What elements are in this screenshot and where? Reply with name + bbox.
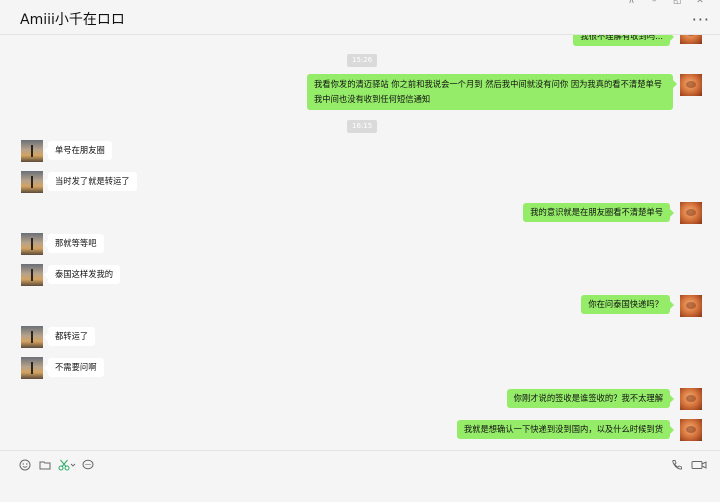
timestamp: 16:15 [347,120,378,133]
timestamp: 15:26 [347,54,378,67]
contact-avatar[interactable] [21,171,43,193]
minimize-icon[interactable]: – [644,0,664,6]
message-bubble-them[interactable]: 都转运了 [43,327,96,346]
maximize-icon[interactable]: ◱ [667,0,687,6]
phone-icon[interactable] [670,459,684,473]
close-icon[interactable]: ✕ [690,0,710,6]
message-bubble-me[interactable]: 我很不理解有收到吗... [573,35,674,46]
more-options-button[interactable]: ··· [692,10,710,29]
title-bar: Amiii小千在ロロ ⊼ – ◱ ✕ ··· [0,0,720,35]
contact-avatar[interactable] [21,140,43,162]
message-bubble-them[interactable]: 单号在朋友圈 [44,141,112,160]
message-bubble-me[interactable]: 我就是想确认一下快递到没到国内，以及什么时候到货 [456,420,675,439]
contact-avatar[interactable] [21,357,43,379]
contact-avatar[interactable] [21,264,43,286]
video-call-icon[interactable] [690,459,708,473]
message-bubble-me[interactable]: 你在问泰国快递吗？ [581,295,674,314]
my-avatar[interactable] [680,35,702,44]
scissors-icon[interactable] [57,459,77,473]
my-avatar[interactable] [680,202,702,224]
message-bubble-them[interactable]: 不需要问啊 [44,358,104,377]
message-bubble-me[interactable]: 我看你发的清迈驿站 你之前和我说会一个月到 然后我中间就没有问你 因为我真的看不… [307,74,677,110]
emoji-icon[interactable] [18,459,32,473]
folder-icon[interactable] [38,459,52,473]
my-avatar[interactable] [680,388,702,410]
window-controls: ⊼ – ◱ ✕ [621,0,710,8]
pin-icon[interactable]: ⊼ [621,0,641,6]
message-bubble-them[interactable]: 那就等等吧 [44,234,104,253]
chat-title: Amiii小千在ロロ [20,12,125,28]
input-toolbar [0,450,720,481]
contact-avatar[interactable] [21,233,43,255]
message-bubble-them[interactable]: 当时发了就是转运了 [44,172,137,191]
chat-history-icon[interactable] [81,459,95,473]
chat-history[interactable]: 我很不理解有收到吗... 15:26 我看你发的清迈驿站 你之前和我说会一个月到… [0,35,720,449]
my-avatar[interactable] [680,74,702,96]
message-bubble-them[interactable]: 泰国这样发我的 [43,265,121,284]
message-bubble-me[interactable]: 我的意识就是在朋友圈看不清楚单号 [523,203,674,222]
my-avatar[interactable] [680,295,702,317]
contact-avatar[interactable] [21,326,43,348]
message-bubble-me[interactable]: 你刚才说的签收是谁签收的？我不太理解 [506,389,675,408]
my-avatar[interactable] [680,419,702,441]
